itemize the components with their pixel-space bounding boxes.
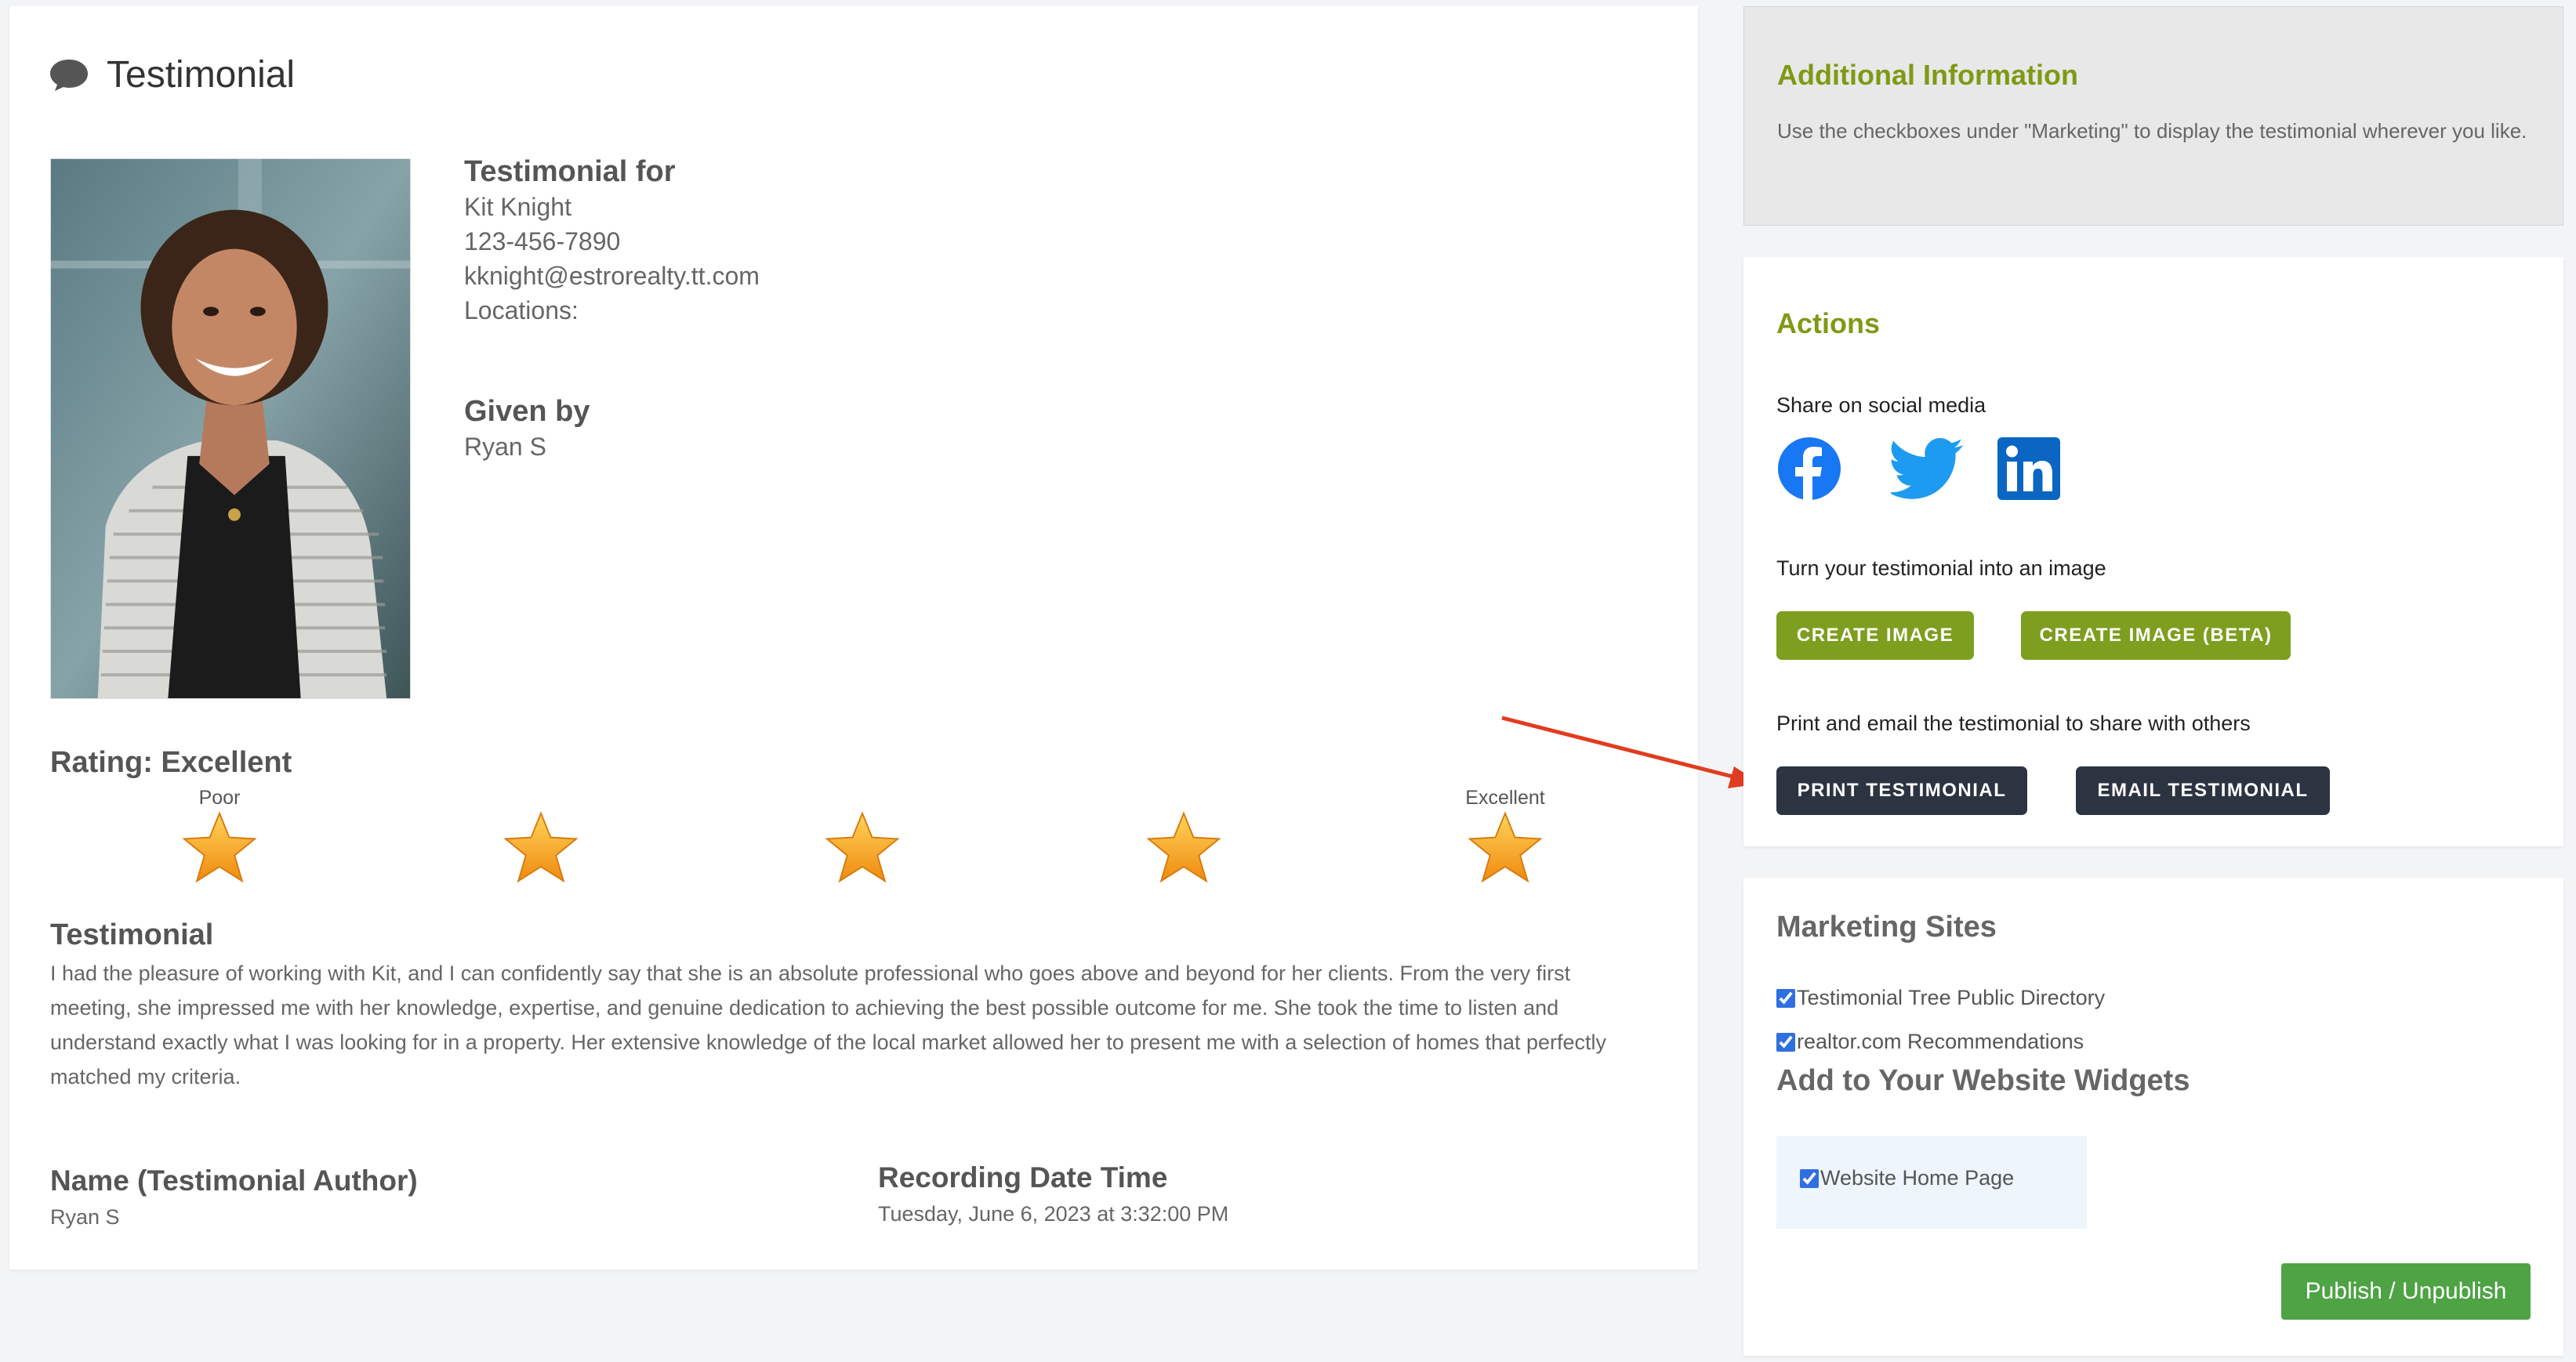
- recipient-phone: 123-456-7890: [464, 227, 621, 255]
- image-label: Turn your testimonial into an image: [1776, 556, 2106, 580]
- additional-info-panel: Additional Information Use the checkboxe…: [1743, 6, 2563, 226]
- testimonial-text: I had the pleasure of working with Kit, …: [50, 956, 1665, 1094]
- realtor-checkbox[interactable]: [1776, 1032, 1795, 1052]
- print-email-label: Print and email the testimonial to share…: [1776, 712, 2251, 735]
- recipient-locations: Locations:: [464, 296, 579, 324]
- share-label: Share on social media: [1776, 393, 1986, 417]
- testimonial-line: meeting, she impressed me with her knowl…: [50, 996, 1559, 1020]
- widgets-heading: Add to Your Website Widgets: [1776, 1064, 2190, 1097]
- given-by-section: Given by Ryan S: [464, 393, 590, 464]
- testimonial-for-section: Testimonial for Kit Knight 123-456-7890 …: [464, 154, 760, 328]
- recipient-email: kknight@estrorealty.tt.com: [464, 262, 760, 290]
- create-image-button[interactable]: CREATE IMAGE: [1776, 611, 1974, 660]
- star-icon[interactable]: [503, 810, 579, 886]
- publish-unpublish-button[interactable]: Publish / Unpublish: [2281, 1263, 2531, 1320]
- actions-panel: Actions Share on social media Turn your …: [1743, 257, 2563, 846]
- widget-home-page[interactable]: Website Home Page: [1800, 1166, 2014, 1190]
- star-icon[interactable]: [825, 810, 900, 886]
- annotation-arrow-icon: [1501, 715, 1761, 788]
- realtor-label: realtor.com Recommendations: [1797, 1030, 2084, 1053]
- create-image-beta-button[interactable]: CREATE IMAGE (BETA): [2021, 611, 2291, 660]
- testimonial-line: matched my criteria.: [50, 1065, 241, 1089]
- recording-date-heading: Recording Date Time: [878, 1161, 1168, 1194]
- additional-info-description: Use the checkboxes under "Marketing" to …: [1777, 119, 2527, 143]
- comment-icon: [50, 59, 88, 91]
- star-icon[interactable]: [1146, 810, 1221, 886]
- agent-photo: [50, 158, 411, 699]
- testimonial-line: understand exactly what I was looking fo…: [50, 1031, 1607, 1054]
- linkedin-icon[interactable]: [1996, 436, 2062, 502]
- additional-info-heading: Additional Information: [1777, 59, 2078, 91]
- marketing-site-directory[interactable]: Testimonial Tree Public Directory: [1776, 986, 2105, 1010]
- marketing-sites-heading: Marketing Sites: [1776, 911, 1997, 944]
- marketing-site-realtor[interactable]: realtor.com Recommendations: [1776, 1030, 2084, 1054]
- home-page-label: Website Home Page: [1820, 1166, 2015, 1190]
- actions-heading: Actions: [1776, 307, 1881, 339]
- directory-label: Testimonial Tree Public Directory: [1797, 986, 2106, 1009]
- author-value: Ryan S: [50, 1205, 120, 1229]
- print-testimonial-button[interactable]: PRINT TESTIMONIAL: [1776, 766, 2027, 815]
- giver-name: Ryan S: [464, 433, 546, 461]
- testimonial-card: Testimonial Testimonial for Kit Knight 1…: [9, 6, 1698, 1270]
- rating-label: Rating: Excellent: [50, 746, 292, 779]
- testimonial-for-heading: Testimonial for: [464, 155, 676, 188]
- directory-checkbox[interactable]: [1776, 988, 1795, 1008]
- rating-low-caption: Poor: [198, 787, 241, 809]
- marketing-panel: Marketing Sites Testimonial Tree Public …: [1743, 878, 2563, 1356]
- star-icon[interactable]: [1468, 810, 1543, 886]
- twitter-icon[interactable]: [1891, 436, 1966, 502]
- page-title: Testimonial: [107, 54, 296, 96]
- given-by-heading: Given by: [464, 395, 590, 428]
- recording-date-value: Tuesday, June 6, 2023 at 3:32:00 PM: [878, 1202, 1229, 1226]
- facebook-icon[interactable]: [1776, 436, 1842, 502]
- star-icon[interactable]: [182, 810, 257, 886]
- testimonial-line: I had the pleasure of working with Kit, …: [50, 962, 1571, 985]
- widget-box: Website Home Page: [1776, 1136, 2087, 1229]
- recipient-name: Kit Knight: [464, 193, 571, 221]
- page-header: Testimonial: [49, 53, 295, 96]
- email-testimonial-button[interactable]: EMAIL TESTIMONIAL: [2076, 766, 2330, 815]
- home-page-checkbox[interactable]: [1800, 1168, 1819, 1188]
- testimonial-heading: Testimonial: [50, 918, 214, 951]
- author-heading: Name (Testimonial Author): [50, 1165, 418, 1197]
